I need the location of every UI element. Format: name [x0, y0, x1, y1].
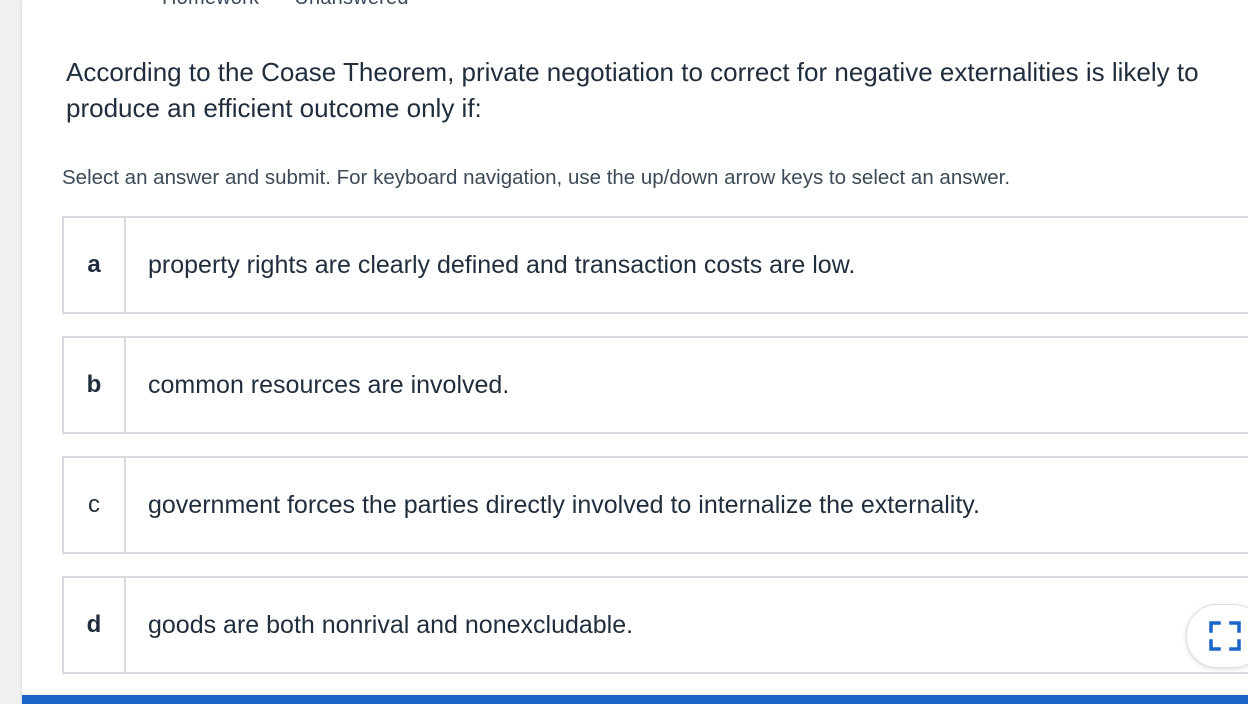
answer-text: common resources are involved. — [148, 370, 510, 399]
answer-option-d[interactable]: d goods are both nonrival and nonexcluda… — [62, 576, 1248, 674]
answer-option-c[interactable]: c government forces the parties directly… — [62, 456, 1248, 554]
left-rail — [0, 0, 22, 704]
answer-letter: d — [64, 578, 126, 672]
page: Homework • Unanswered According to the Coa… — [0, 0, 1248, 704]
progress-bar — [22, 695, 1248, 704]
answer-letter: b — [64, 338, 126, 432]
answer-text: government forces the parties directly i… — [148, 490, 980, 519]
answer-option-b[interactable]: b common resources are involved. — [62, 336, 1248, 434]
question-status: Unanswered — [294, 0, 408, 9]
question-text: According to the Coase Theorem, private … — [66, 57, 1199, 123]
expand-button[interactable] — [1186, 604, 1248, 668]
answer-letter: a — [64, 218, 126, 312]
answer-text: goods are both nonrival and nonexcludabl… — [148, 610, 634, 639]
expand-icon — [1209, 621, 1241, 651]
instructions-text: Select an answer and submit. For keyboar… — [62, 166, 1011, 189]
question-category: Homework — [162, 0, 259, 9]
answer-text: property rights are clearly defined and … — [148, 250, 856, 279]
meta-separator-dot: • — [273, 0, 280, 10]
answer-option-a[interactable]: a property rights are clearly defined an… — [62, 216, 1248, 314]
answer-letter: c — [64, 458, 126, 552]
question-meta: Homework • Unanswered — [162, 0, 409, 10]
